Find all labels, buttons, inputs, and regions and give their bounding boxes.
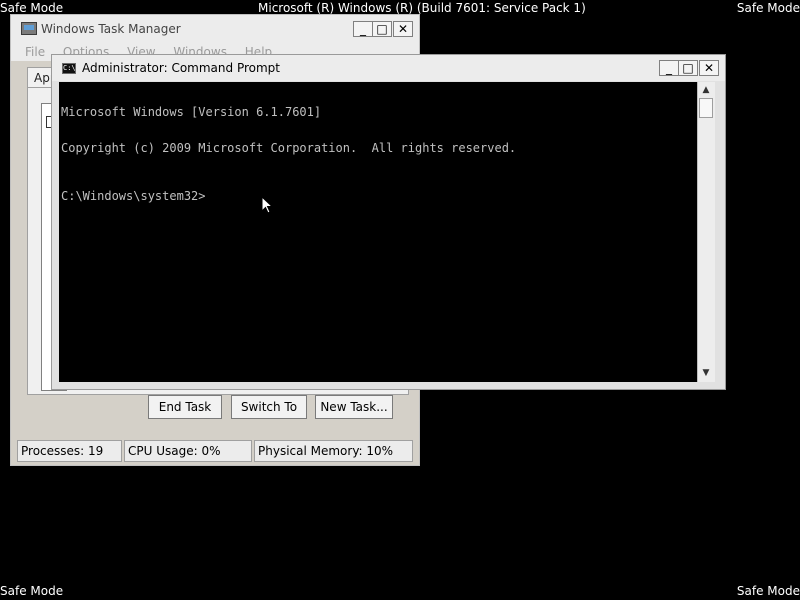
end-task-button[interactable]: End Task: [148, 395, 222, 419]
task-manager-icon: [21, 22, 37, 35]
status-physical-memory: Physical Memory: 10%: [254, 440, 413, 462]
safe-mode-label-top-left: Safe Mode: [0, 1, 64, 15]
mouse-pointer-icon: [261, 196, 273, 214]
cmd-maximize-button[interactable]: □: [678, 60, 698, 76]
command-prompt-title: Administrator: Command Prompt: [82, 61, 280, 75]
task-manager-titlebar[interactable]: Windows Task Manager _ □ ✕: [11, 15, 419, 44]
console-line: Copyright (c) 2009 Microsoft Corporation…: [61, 141, 517, 155]
console-line: Microsoft Windows [Version 6.1.7601]: [61, 105, 322, 119]
cmd-icon: C:\: [62, 63, 76, 74]
task-manager-close-button[interactable]: ✕: [393, 21, 413, 37]
build-info-label: Microsoft (R) Windows (R) (Build 7601: S…: [258, 1, 586, 15]
safe-mode-label-top-right: Safe Mode: [736, 1, 800, 15]
switch-to-button[interactable]: Switch To: [231, 395, 307, 419]
console-output[interactable]: Microsoft Windows [Version 6.1.7601] Cop…: [59, 82, 697, 382]
scroll-thumb[interactable]: [699, 98, 713, 118]
status-cpu-usage: CPU Usage: 0%: [124, 440, 252, 462]
task-manager-title: Windows Task Manager: [41, 22, 181, 36]
scroll-up-icon[interactable]: ▲: [699, 83, 713, 97]
console-scrollbar[interactable]: ▲ ▼: [697, 82, 715, 382]
cmd-minimize-button[interactable]: _: [659, 60, 679, 76]
safe-mode-label-bottom-right: Safe Mode: [736, 584, 800, 598]
new-task-button[interactable]: New Task...: [315, 395, 393, 419]
status-processes: Processes: 19: [17, 440, 122, 462]
command-prompt-window[interactable]: C:\ Administrator: Command Prompt _ □ ✕ …: [51, 54, 726, 390]
safe-mode-label-bottom-left: Safe Mode: [0, 584, 64, 598]
task-manager-maximize-button[interactable]: □: [372, 21, 392, 37]
scroll-down-icon[interactable]: ▼: [699, 366, 713, 380]
task-manager-minimize-button[interactable]: _: [353, 21, 373, 37]
menu-file[interactable]: File: [25, 43, 45, 61]
console-prompt: C:\Windows\system32>: [61, 189, 206, 203]
task-manager-statusbar: Processes: 19 CPU Usage: 0% Physical Mem…: [17, 440, 413, 462]
command-prompt-titlebar[interactable]: C:\ Administrator: Command Prompt _ □ ✕: [52, 55, 725, 81]
cmd-close-button[interactable]: ✕: [699, 60, 719, 76]
